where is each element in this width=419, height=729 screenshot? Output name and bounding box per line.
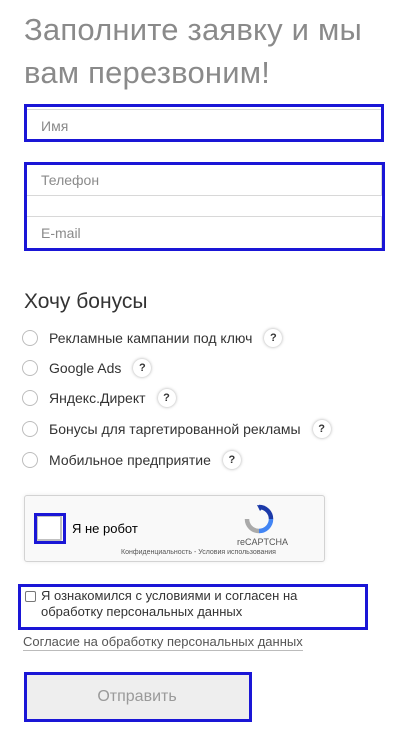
submit-button[interactable]: Отправить bbox=[24, 673, 250, 721]
phone-input[interactable] bbox=[25, 164, 381, 195]
radio-button[interactable] bbox=[22, 452, 38, 468]
bonus-option-label: Яндекс.Директ bbox=[49, 390, 146, 406]
radio-button[interactable] bbox=[22, 390, 38, 406]
email-field[interactable] bbox=[24, 216, 382, 249]
email-input[interactable] bbox=[25, 217, 381, 248]
bonuses-title: Хочу бонусы bbox=[24, 290, 148, 313]
bonus-option-targeted-ads[interactable]: Бонусы для таргетированной рекламы ? bbox=[22, 418, 331, 440]
recaptcha-label: Я не робот bbox=[72, 521, 138, 536]
bonus-option-campaigns[interactable]: Рекламные кампании под ключ ? bbox=[22, 327, 283, 349]
recaptcha-widget: Я не робот reCAPTCHA Конфиденциальность … bbox=[24, 495, 325, 562]
consent-checkbox[interactable] bbox=[25, 591, 36, 602]
name-field[interactable] bbox=[24, 109, 382, 142]
help-icon[interactable]: ? bbox=[312, 420, 331, 438]
bonus-option-label: Рекламные кампании под ключ bbox=[49, 330, 253, 346]
consent-text: Я ознакомился с условиями и согласен на … bbox=[41, 588, 298, 619]
radio-button[interactable] bbox=[22, 421, 38, 437]
name-input[interactable] bbox=[25, 110, 381, 141]
form-heading: Заполните заявку и мы вам перезвоним! bbox=[24, 12, 362, 90]
recaptcha-checkbox[interactable] bbox=[36, 515, 62, 541]
bonus-option-yandex-direct[interactable]: Яндекс.Директ ? bbox=[22, 387, 176, 409]
bonus-option-label: Мобильное предприятие bbox=[49, 452, 211, 468]
recaptcha-brand: reCAPTCHA bbox=[237, 537, 289, 547]
bonus-option-mobile-enterprise[interactable]: Мобильное предприятие ? bbox=[22, 449, 241, 471]
bonus-option-label: Бонусы для таргетированной рекламы bbox=[49, 421, 301, 437]
bonus-option-label: Google Ads bbox=[49, 360, 122, 376]
radio-button[interactable] bbox=[22, 360, 38, 376]
phone-field[interactable] bbox=[24, 163, 382, 196]
help-icon[interactable]: ? bbox=[222, 451, 241, 469]
consent-link[interactable]: Согласие на обработку персональных данны… bbox=[23, 634, 303, 651]
help-icon[interactable]: ? bbox=[133, 359, 152, 377]
recaptcha-links[interactable]: Конфиденциальность - Условия использован… bbox=[121, 549, 276, 556]
radio-button[interactable] bbox=[22, 330, 38, 346]
recaptcha-logo-icon bbox=[244, 504, 274, 534]
help-icon[interactable]: ? bbox=[264, 329, 283, 347]
help-icon[interactable]: ? bbox=[157, 389, 176, 407]
bonus-option-google-ads[interactable]: Google Ads ? bbox=[22, 357, 152, 379]
